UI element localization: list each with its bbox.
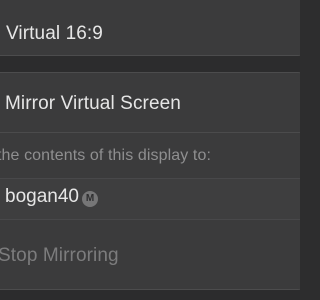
canvas: Virtual 16:9 Mirror Virtual Screen the c… <box>0 0 300 300</box>
stop-mirroring-item[interactable]: Stop Mirroring <box>0 245 119 267</box>
mirror-target-section-label: the contents of this display to: <box>0 147 211 164</box>
display-mode-item[interactable]: Virtual 16:9 <box>6 23 103 45</box>
m-badge-icon: M <box>82 191 98 207</box>
device-name[interactable]: bogan40 <box>5 186 79 208</box>
mirror-virtual-screen-item[interactable]: Mirror Virtual Screen <box>5 93 181 115</box>
divider <box>0 132 300 133</box>
